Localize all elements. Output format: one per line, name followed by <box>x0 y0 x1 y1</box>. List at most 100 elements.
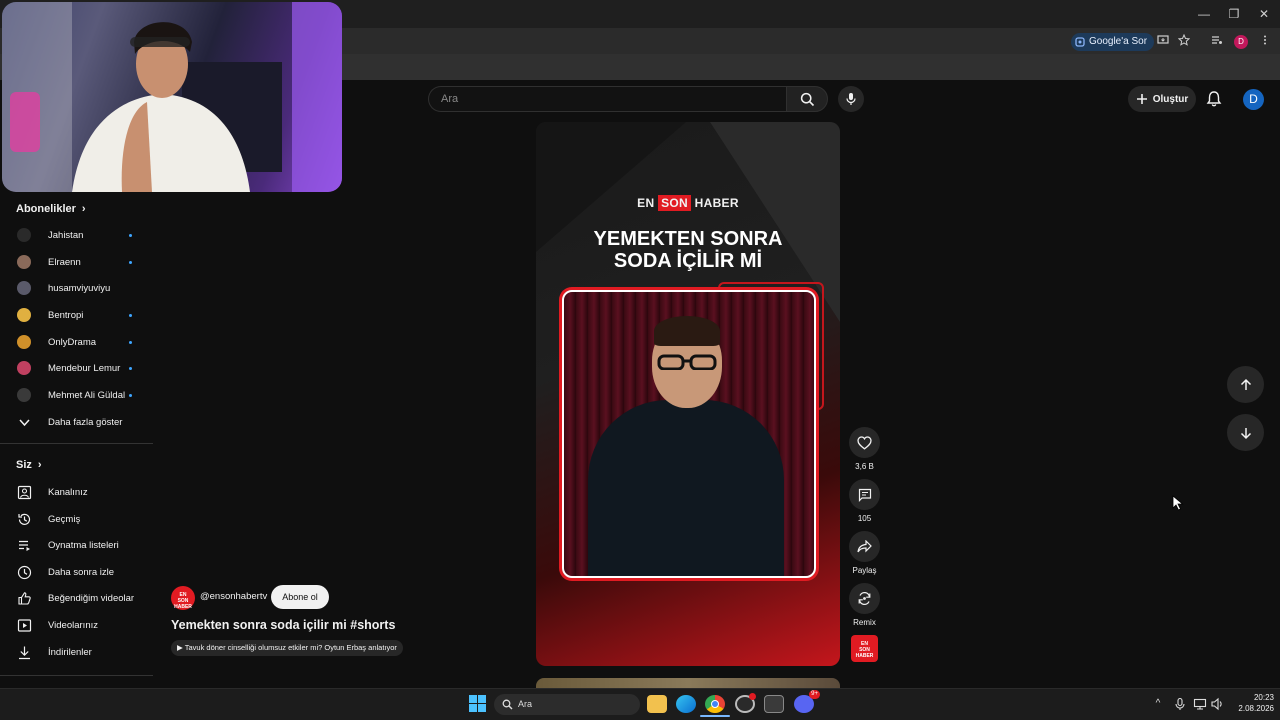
microphone-tray-icon[interactable] <box>1173 697 1187 711</box>
voice-search-button[interactable] <box>838 86 864 112</box>
notifications-bell-icon[interactable] <box>1204 89 1224 109</box>
search-button[interactable] <box>786 86 828 112</box>
clock-time: 20:23 <box>1253 693 1274 702</box>
share-button[interactable] <box>849 531 880 562</box>
create-button[interactable]: Oluştur <box>1128 86 1196 112</box>
video-headline: YEMEKTEN SONRA SODA İÇİLİR Mİ <box>536 228 840 272</box>
sidebar-item-mendebur-lemur[interactable]: Mendebur Lemur <box>0 355 153 381</box>
windows-start-icon[interactable] <box>469 695 486 712</box>
taskbar-search[interactable]: Ara <box>494 694 640 715</box>
google-ask-button[interactable]: Google'a Sor <box>1071 33 1155 51</box>
sidebar-item-history[interactable]: Geçmiş <box>0 506 153 532</box>
search-input[interactable]: Ara <box>428 86 786 112</box>
next-short-button[interactable] <box>1227 414 1264 451</box>
sidebar-item-bentropi[interactable]: Bentropi <box>0 302 153 328</box>
subscriptions-title: Abonelikler <box>16 203 76 215</box>
sidebar-item-label: Daha sonra izle <box>48 566 115 578</box>
sidebar: Abonelikler › Jahistan Elraenn husamviyu… <box>0 195 153 685</box>
liked-icon <box>18 591 31 605</box>
channel-avatar[interactable]: EN SON HABER <box>171 586 195 610</box>
you-title: Siz <box>16 459 32 471</box>
sidebar-item-label: Bentropi <box>48 309 84 321</box>
sidebar-item-playlists[interactable]: Oynatma listeleri <box>0 532 153 558</box>
comments-button[interactable] <box>849 479 880 510</box>
playlists-icon <box>19 540 30 551</box>
restore-button[interactable]: ❐ <box>1221 5 1247 23</box>
channel-icon <box>17 485 32 499</box>
glasses-shape <box>657 354 717 370</box>
downloads-icon <box>19 646 30 659</box>
sidebar-item-label: husamviyuviyu <box>48 282 111 294</box>
sidebar-item-liked-videos[interactable]: Beğendiğim videolar <box>0 585 153 611</box>
network-tray-icon[interactable] <box>1193 697 1207 711</box>
previous-short-button[interactable] <box>1227 366 1264 403</box>
close-button[interactable]: ✕ <box>1251 5 1277 23</box>
sidebar-item-label: Kanalınız <box>48 486 88 498</box>
brand-en: EN <box>637 196 655 210</box>
channel-avatar <box>17 361 31 375</box>
sidebar-item-husamviyuviyu[interactable]: husamviyuviyu <box>0 275 153 301</box>
sidebar-item-downloads[interactable]: İndirilenler <box>0 639 153 665</box>
install-app-icon[interactable] <box>1155 34 1171 50</box>
plus-icon <box>1136 94 1147 104</box>
sidebar-divider <box>0 675 153 676</box>
related-video-link[interactable]: ▶ Tavuk döner cinselliği olumsuz etkiler… <box>171 640 403 656</box>
channel-avatar <box>17 228 31 242</box>
related-video-title: Tavuk döner cinselliği olumsuz etkiler m… <box>184 643 397 652</box>
sidebar-item-your-videos[interactable]: Videolarınız <box>0 612 153 638</box>
obs-studio-icon[interactable] <box>735 693 756 713</box>
sidebar-item-onlydrama[interactable]: OnlyDrama <box>0 329 153 355</box>
bookmark-star-icon[interactable] <box>1176 33 1192 50</box>
sidebar-item-your-channel[interactable]: Kanalınız <box>0 479 153 505</box>
sidebar-item-label: Geçmiş <box>48 513 81 525</box>
terminal-icon[interactable] <box>764 695 784 713</box>
minimize-button[interactable]: — <box>1191 5 1217 23</box>
account-avatar[interactable]: D <box>1243 89 1264 110</box>
browser-menu-icon[interactable] <box>1257 34 1273 50</box>
remix-icon <box>858 591 871 606</box>
sidebar-item-label: Beğendiğim videolar <box>48 592 135 604</box>
subscribe-button[interactable]: Abone ol <box>271 585 329 609</box>
active-app-indicator <box>700 715 730 717</box>
watch-later-icon <box>17 565 32 579</box>
chrome-browser-icon[interactable] <box>705 695 725 713</box>
like-button[interactable] <box>849 427 880 458</box>
sidebar-item-label: Videolarınız <box>48 619 98 631</box>
you-header[interactable]: Siz › <box>16 459 42 471</box>
show-more-button[interactable]: Daha fazla göster <box>0 409 153 435</box>
sidebar-item-mehmet-ali-guldal[interactable]: Mehmet Ali Güldal <box>0 382 153 408</box>
mic-icon <box>846 93 856 105</box>
tray-overflow-chevron-icon[interactable]: ^ <box>1151 697 1165 711</box>
comment-icon <box>858 488 871 502</box>
short-video-player[interactable]: EN SON HABER YEMEKTEN SONRA SODA İÇİLİR … <box>536 122 840 666</box>
channel-handle[interactable]: @ensonhabertv <box>200 591 267 602</box>
channel-avatar <box>17 281 31 295</box>
edge-browser-icon[interactable] <box>676 695 696 713</box>
headline-line-2: SODA İÇİLİR Mİ <box>613 250 763 272</box>
next-short-preview[interactable] <box>536 678 840 688</box>
subscriptions-header[interactable]: Abonelikler › <box>16 203 86 215</box>
discord-icon[interactable]: 9+ <box>794 690 820 713</box>
brand-son: SON <box>658 195 691 211</box>
file-explorer-icon[interactable] <box>647 695 667 713</box>
new-content-dot <box>129 340 132 344</box>
browser-profile-avatar[interactable]: D <box>1234 35 1248 49</box>
sidebar-item-label: OnlyDrama <box>48 336 97 348</box>
volume-tray-icon[interactable] <box>1210 697 1224 711</box>
sidebar-item-jahistan[interactable]: Jahistan <box>0 222 153 248</box>
sidebar-item-watch-later[interactable]: Daha sonra izle <box>0 559 153 585</box>
sidebar-item-label: Mendebur Lemur <box>48 362 121 374</box>
sidebar-item-label: Oynatma listeleri <box>48 539 119 551</box>
discord-badge: 9+ <box>809 690 820 699</box>
channel-logo-thumbnail[interactable]: EN SON HABER <box>851 635 878 662</box>
new-content-dot <box>129 260 132 264</box>
channel-avatar <box>17 308 31 322</box>
media-controls-icon[interactable] <box>1209 34 1225 50</box>
arrow-down-icon <box>1240 427 1251 439</box>
sidebar-item-elraenn[interactable]: Elraenn <box>0 249 153 275</box>
share-icon <box>857 540 872 553</box>
remix-button[interactable] <box>849 583 880 614</box>
create-label: Oluştur <box>1152 93 1189 105</box>
taskbar-clock[interactable]: 20:23 2.08.2026 <box>1228 692 1274 714</box>
sidebar-item-label: Elraenn <box>48 256 81 268</box>
